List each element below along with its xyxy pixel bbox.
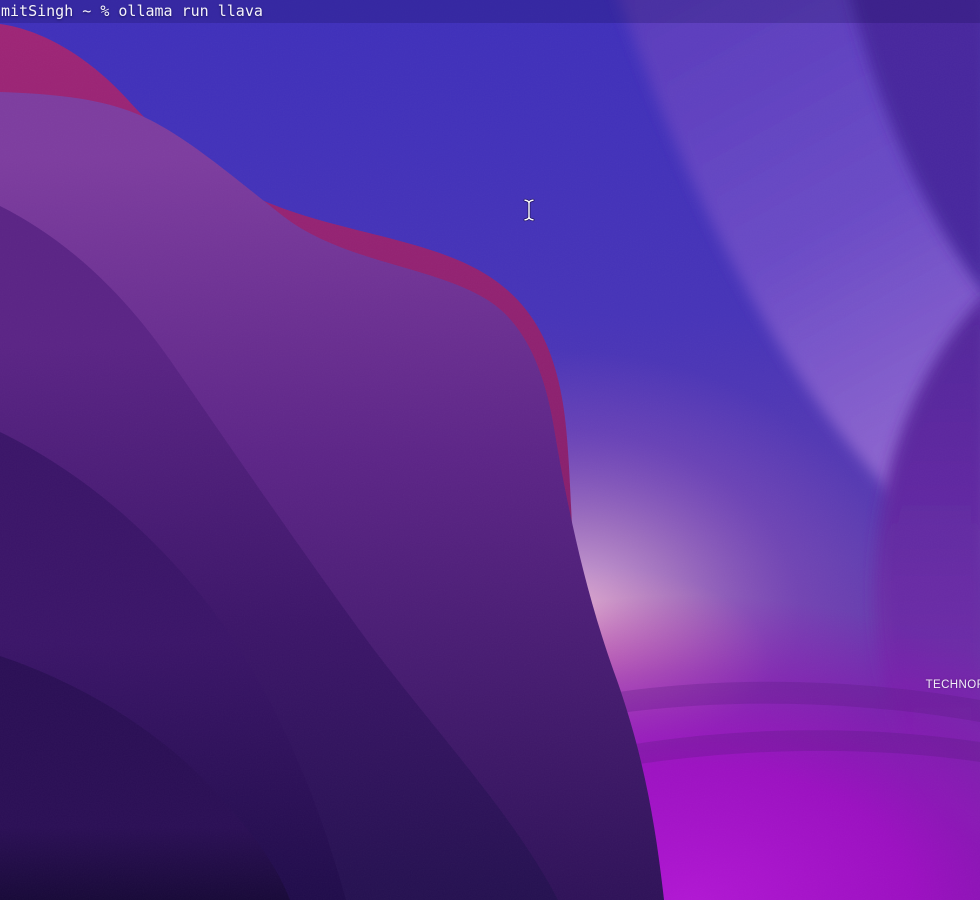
desktop: mitSingh ~ % ollama run llava TECHNOF <box>0 0 980 900</box>
i-beam-cursor <box>523 198 535 222</box>
terminal-prompt-text[interactable]: mitSingh ~ % ollama run llava <box>1 2 263 21</box>
watermark-text: TECHNOF <box>926 679 980 691</box>
wallpaper-grain-texture <box>0 0 980 900</box>
wallpaper-monterey-waves <box>0 0 980 900</box>
